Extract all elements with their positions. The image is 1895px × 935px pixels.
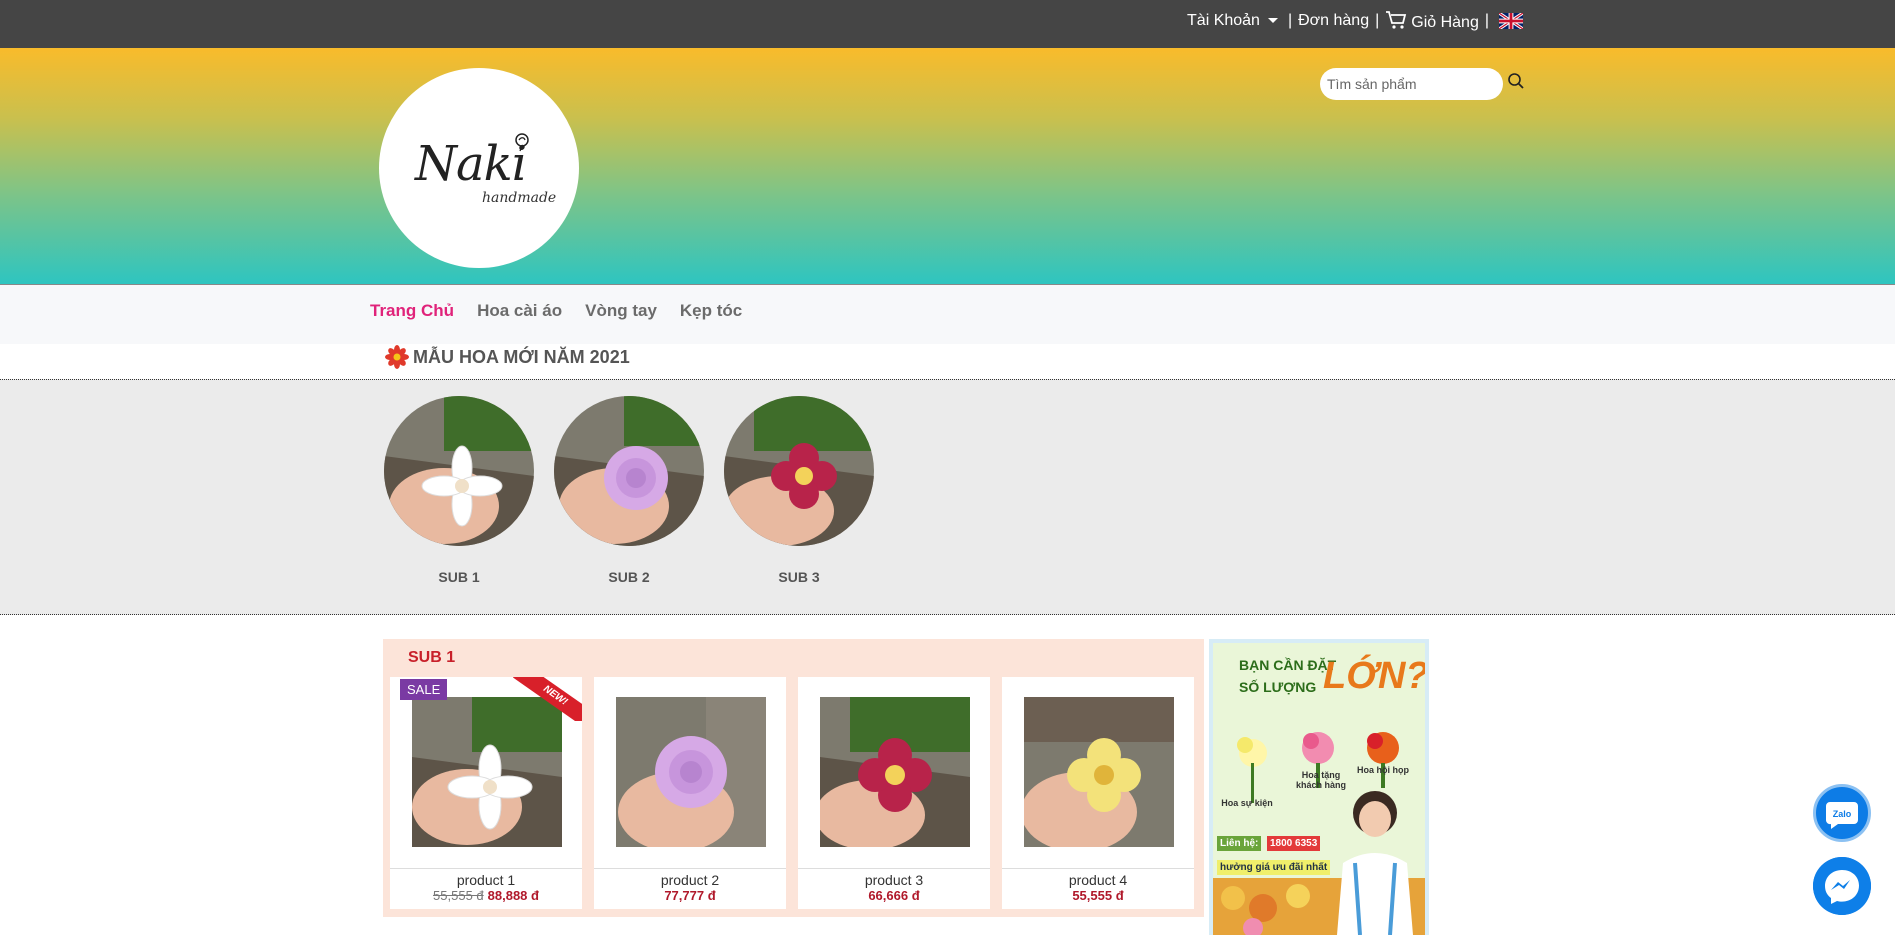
- category-label: SUB 3: [778, 569, 820, 585]
- product-current-price: 55,555 đ: [1072, 888, 1124, 903]
- product-card[interactable]: SALE NEW! product 1 55,555 đ 88,888 đ: [390, 677, 582, 909]
- product-name[interactable]: product 3: [798, 868, 990, 888]
- product-name[interactable]: product 4: [1002, 868, 1194, 888]
- sale-badge: SALE: [400, 679, 448, 700]
- separator: |: [1375, 12, 1380, 29]
- category-image: [724, 396, 874, 546]
- side-ad-banner[interactable]: BẠN CẦN ĐẶT SỐ LƯỢNG LỚN? Hoa tặng khách…: [1209, 639, 1429, 935]
- product-current-price: 77,777 đ: [664, 888, 716, 903]
- top-bar: Tài Khoản | Đơn hàng | Giỏ Hàng |: [0, 0, 1895, 48]
- florist-illustration: [1337, 791, 1413, 935]
- product-section: SUB 1 SALE NEW! product 1 55,555 đ 88,888…: [383, 639, 1204, 917]
- product-name[interactable]: product 1: [390, 868, 582, 888]
- category-image: [384, 396, 534, 546]
- product-section-title: SUB 1: [408, 649, 456, 666]
- product-image: [1024, 697, 1174, 847]
- zalo-label: Zalo: [1833, 809, 1852, 819]
- banner-line1: BẠN CẦN ĐẶT: [1239, 657, 1337, 673]
- account-label: Tài Khoản: [1187, 12, 1260, 29]
- category-item[interactable]: SUB 3: [724, 396, 874, 585]
- category-item[interactable]: SUB 1: [384, 396, 534, 585]
- cart-icon: [1386, 11, 1407, 29]
- search-input[interactable]: [1320, 68, 1503, 100]
- nav-item-bracelet[interactable]: Vòng tay: [585, 301, 657, 321]
- separator: |: [1287, 12, 1293, 29]
- uk-flag-icon[interactable]: [1499, 13, 1523, 29]
- cart-link[interactable]: Giỏ Hàng: [1385, 10, 1479, 32]
- banner-label-b: Hoa hội họp: [1357, 765, 1409, 775]
- nav-item-home[interactable]: Trang Chủ: [370, 301, 454, 321]
- product-price: 77,777 đ: [594, 888, 786, 903]
- product-price: 66,666 đ: [798, 888, 990, 903]
- new-ribbon: NEW!: [510, 677, 582, 721]
- category-band: SUB 1 SUB 2 SUB 3: [0, 379, 1895, 615]
- category-label: SUB 2: [608, 569, 650, 585]
- separator: |: [1484, 12, 1489, 29]
- product-card[interactable]: product 4 55,555 đ: [1002, 677, 1194, 909]
- product-image: [616, 697, 766, 847]
- search-icon[interactable]: [1507, 72, 1525, 90]
- category-item[interactable]: SUB 2: [554, 396, 704, 585]
- logo-text: Naki: [415, 136, 527, 192]
- banner-promo: hưởng giá ưu đãi nhất: [1217, 860, 1331, 875]
- banner-label-c: Hoa sự kiện: [1221, 798, 1273, 808]
- banner-headline: LỚN?: [1323, 655, 1425, 697]
- nav-item-brooch[interactable]: Hoa cài áo: [477, 301, 562, 321]
- section-title-text: MẪU HOA MỚI NĂM 2021: [413, 346, 630, 367]
- main-nav: Trang Chủ Hoa cài áo Vòng tay Kẹp tóc: [0, 284, 1895, 344]
- product-image: [820, 697, 970, 847]
- ad-banner-content: BẠN CẦN ĐẶT SỐ LƯỢNG LỚN? Hoa tặng khách…: [1213, 643, 1425, 935]
- rose-icon: [515, 133, 529, 152]
- logo[interactable]: Naki handmade: [379, 68, 579, 268]
- cart-label: Giỏ Hàng: [1411, 14, 1479, 31]
- product-current-price: 66,666 đ: [868, 888, 920, 903]
- banner-phone: 1800 6353: [1267, 836, 1321, 851]
- product-card[interactable]: product 2 77,777 đ: [594, 677, 786, 909]
- messenger-chat-button[interactable]: [1813, 857, 1871, 915]
- nav-item-hairclip[interactable]: Kẹp tóc: [680, 301, 742, 321]
- product-old-price: 55,555 đ: [433, 888, 484, 903]
- banner-contact: Liên hệ:: [1217, 836, 1262, 851]
- category-label: SUB 1: [438, 569, 480, 585]
- top-links: Tài Khoản | Đơn hàng | Giỏ Hàng |: [1187, 10, 1523, 32]
- nav-items: Trang Chủ Hoa cài áo Vòng tay Kẹp tóc: [370, 301, 765, 321]
- messenger-icon: [1813, 857, 1871, 915]
- product-current-price: 88,888 đ: [487, 888, 539, 903]
- logo-subtext: handmade: [482, 190, 557, 206]
- caret-down-icon: [1267, 18, 1278, 24]
- new-ribbon-text: NEW!: [512, 677, 582, 721]
- flower-icon: [385, 345, 409, 369]
- header-banner: Naki handmade: [0, 48, 1895, 284]
- banner-line2: SỐ LƯỢNG: [1239, 679, 1317, 695]
- product-card[interactable]: product 3 66,666 đ: [798, 677, 990, 909]
- product-price: 55,555 đ: [1002, 888, 1194, 903]
- zalo-chat-button[interactable]: Zalo: [1813, 784, 1871, 842]
- account-menu[interactable]: Tài Khoản: [1187, 12, 1278, 30]
- section-title: MẪU HOA MỚI NĂM 2021: [385, 345, 630, 369]
- product-price: 55,555 đ 88,888 đ: [390, 888, 582, 903]
- category-image: [554, 396, 704, 546]
- product-name[interactable]: product 2: [594, 868, 786, 888]
- zalo-icon: Zalo: [1825, 802, 1858, 829]
- orders-link[interactable]: Đơn hàng: [1298, 12, 1369, 30]
